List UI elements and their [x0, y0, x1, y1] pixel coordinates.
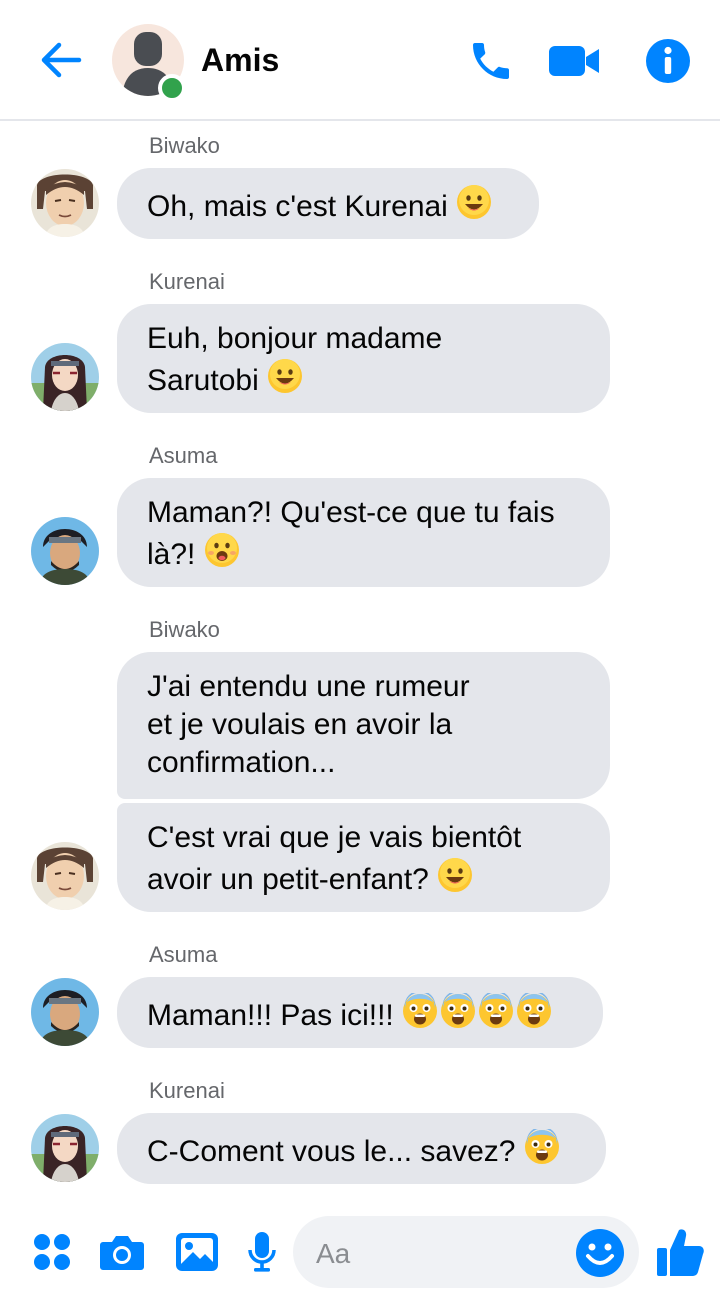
- screaming-face-emoji-icon: [524, 1129, 559, 1164]
- camera-button[interactable]: [98, 1228, 146, 1276]
- info-icon: [646, 39, 690, 83]
- video-camera-icon: [549, 46, 599, 76]
- message-text: C-Coment vous le... savez?: [147, 1135, 516, 1168]
- message-text: Maman!!! Pas ici!!!: [147, 999, 394, 1032]
- screaming-face-emoji-icon: [403, 993, 438, 1028]
- message-text: confirmation...: [147, 746, 336, 779]
- microphone-icon: [248, 1232, 276, 1272]
- sender-name: Asuma: [149, 942, 218, 967]
- avatar-kurenai[interactable]: [31, 343, 99, 411]
- apps-button[interactable]: [28, 1228, 76, 1276]
- message-bubble[interactable]: Euh, bonjour madame Sarutobi: [117, 304, 610, 413]
- message-bubble[interactable]: C'est vrai que je vais bientôt avoir un …: [117, 803, 610, 912]
- avatar-biwako[interactable]: [31, 169, 99, 237]
- thumbs-up-icon: [657, 1229, 704, 1276]
- smiling-face-emoji-icon: [268, 359, 303, 393]
- message-text: avoir un petit-enfant?: [147, 863, 429, 896]
- voice-call-button[interactable]: [465, 36, 517, 86]
- back-arrow-icon: [41, 42, 82, 78]
- screaming-face-emoji-icon: [479, 993, 514, 1028]
- message-text: Oh, mais c'est Kurenai: [147, 190, 448, 223]
- back-button[interactable]: [36, 38, 86, 82]
- sender-name: Kurenai: [149, 269, 225, 294]
- avatar-asuma[interactable]: [31, 517, 99, 585]
- message-text: J'ai entendu une rumeur: [147, 670, 470, 703]
- message-text: C'est vrai que je vais bientôt: [147, 821, 522, 854]
- video-call-button[interactable]: [548, 36, 600, 86]
- conversation-header: Amis: [0, 0, 720, 121]
- gallery-button[interactable]: [173, 1228, 221, 1276]
- message-bubble[interactable]: C-Coment vous le... savez?: [117, 1113, 606, 1184]
- smiling-face-emoji-icon: [457, 185, 492, 219]
- sender-name: Kurenai: [149, 1078, 225, 1103]
- avatar-biwako[interactable]: [31, 842, 99, 910]
- avatar-kurenai[interactable]: [31, 1114, 99, 1182]
- online-status-indicator: [158, 74, 186, 102]
- sender-name: Biwako: [149, 133, 220, 158]
- surprised-face-emoji-icon: [204, 533, 239, 567]
- message-bubble[interactable]: Maman!!! Pas ici!!!: [117, 977, 603, 1048]
- message-text: Sarutobi: [147, 364, 259, 397]
- sender-name: Biwako: [149, 617, 220, 642]
- message-text: et je voulais en avoir la: [147, 708, 453, 741]
- conversation-info-button[interactable]: [642, 36, 694, 86]
- message-text: Euh, bonjour madame: [147, 322, 443, 355]
- screaming-face-emoji-icon: [517, 993, 552, 1028]
- message-bubble[interactable]: Oh, mais c'est Kurenai: [117, 168, 539, 239]
- gallery-icon: [176, 1233, 218, 1271]
- message-input-placeholder: Aa: [316, 1238, 351, 1269]
- message-bubble[interactable]: J'ai entendu une rumeur et je voulais en…: [117, 652, 610, 799]
- message-text: là?!: [147, 538, 196, 571]
- smiling-face-emoji-icon: [438, 858, 473, 892]
- camera-icon: [100, 1236, 144, 1270]
- like-button[interactable]: [655, 1226, 705, 1278]
- voice-message-button[interactable]: [238, 1228, 286, 1276]
- emoji-icon: [576, 1229, 624, 1277]
- sender-name: Asuma: [149, 443, 218, 468]
- screaming-face-emoji-icon: [441, 993, 476, 1028]
- avatar-asuma[interactable]: [31, 978, 99, 1046]
- phone-icon: [473, 43, 509, 79]
- emoji-button[interactable]: [575, 1228, 625, 1278]
- message-bubble[interactable]: Maman?! Qu'est-ce que tu fais là?!: [117, 478, 610, 587]
- apps-grid-icon: [34, 1234, 70, 1270]
- conversation-title[interactable]: Amis: [201, 42, 279, 79]
- message-text: Maman?! Qu'est-ce que tu fais: [147, 496, 555, 529]
